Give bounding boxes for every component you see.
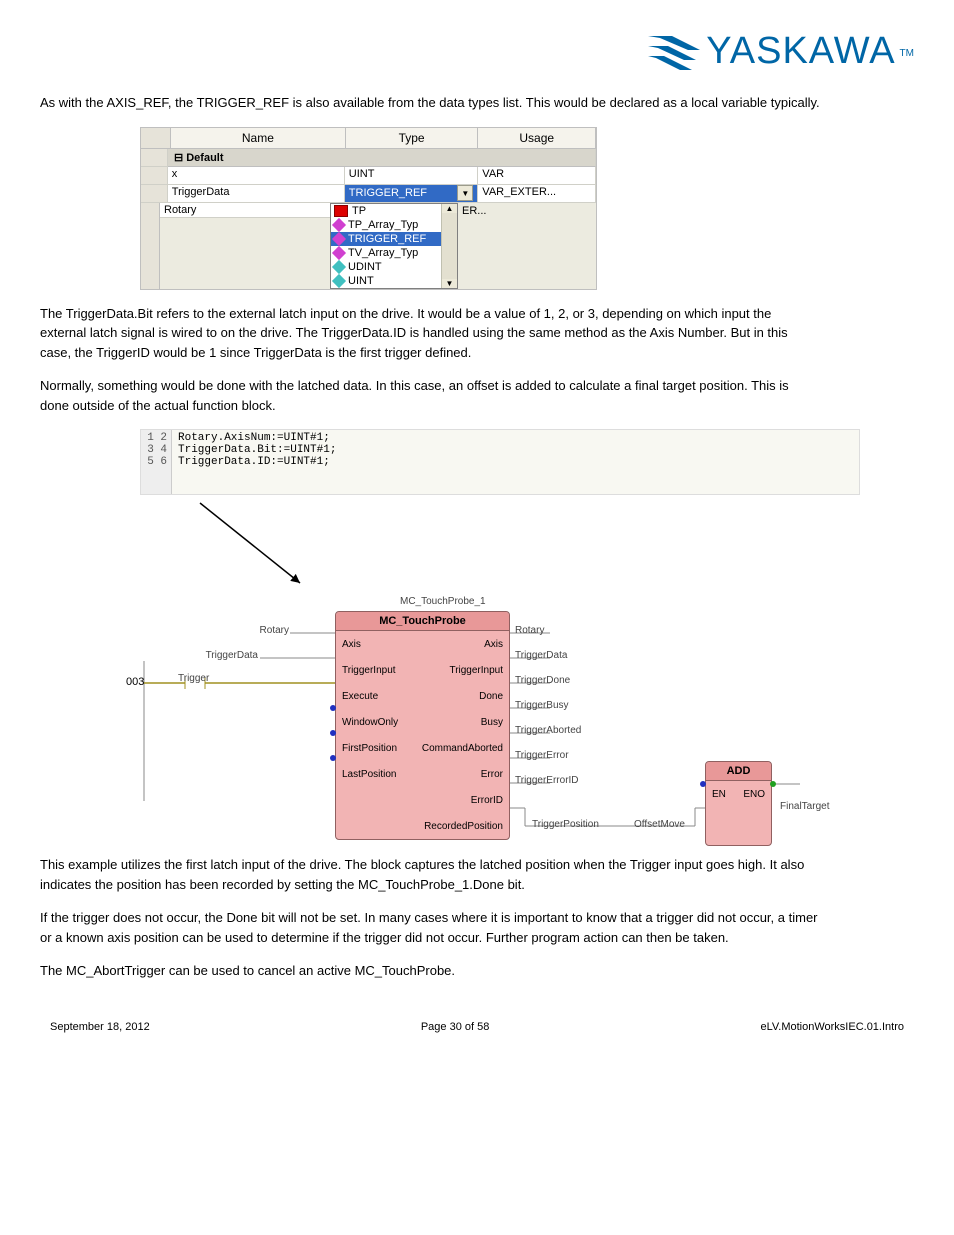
footer-doc: eLV.MotionWorksIEC.01.Intro	[761, 1021, 904, 1033]
primitive-icon	[332, 259, 346, 273]
type-dropdown[interactable]: TP TP_Array_Typ TRIGGER_REF TV_Array_Typ…	[330, 203, 458, 289]
col-header-type[interactable]: Type	[346, 128, 479, 148]
code-text: Rotary.AxisNum:=UINT#1; TriggerData.Bit:…	[172, 430, 342, 494]
dropdown-item[interactable]: UINT	[331, 274, 457, 288]
output-label: TriggerAborted	[515, 725, 581, 736]
fb-touchprobe[interactable]: MC_TouchProbe AxisAxis TriggerInputTrigg…	[335, 611, 510, 840]
output-label: TriggerBusy	[515, 700, 569, 711]
footer-date: September 18, 2012	[50, 1021, 150, 1033]
fb-instance-label: MC_TouchProbe_1	[400, 596, 486, 607]
logo-tm: TM	[900, 48, 914, 59]
datatype-icon	[332, 217, 346, 231]
dropdown-item[interactable]: TP_Array_Typ	[331, 218, 457, 232]
logo-mark-icon	[646, 32, 702, 72]
scroll-down-icon[interactable]: ▼	[446, 279, 454, 288]
page-footer: September 18, 2012 Page 30 of 58 eLV.Mot…	[40, 1021, 914, 1053]
port-dot-icon	[330, 730, 336, 736]
ladder-diagram: 1 2 3 4 5 6 Rotary.AxisNum:=UINT#1; Trig…	[140, 429, 860, 841]
output-label: TriggerError	[515, 750, 569, 761]
fb-title: MC_TouchProbe	[336, 612, 509, 631]
output-label: TriggerDone	[515, 675, 570, 686]
port-dot-icon	[330, 705, 336, 711]
fb-add[interactable]: ADD ENENO	[705, 761, 772, 846]
group-default[interactable]: ⊟ Default	[168, 149, 596, 167]
scrollbar[interactable]: ▲ ▼	[441, 204, 457, 288]
variables-grid: Name Type Usage ⊟ Default x UINT VAR Tri…	[140, 127, 597, 290]
port-dot-icon	[700, 781, 706, 787]
port-dot-icon	[770, 781, 776, 787]
col-header-name[interactable]: Name	[171, 128, 346, 148]
output-label: TriggerData	[515, 650, 567, 661]
st-code-block: 1 2 3 4 5 6 Rotary.AxisNum:=UINT#1; Trig…	[140, 429, 860, 495]
fb-add-title: ADD	[706, 762, 771, 781]
dropdown-item[interactable]: TV_Array_Typ	[331, 246, 457, 260]
datatype-icon	[332, 245, 346, 259]
port-dot-icon	[330, 755, 336, 761]
datatype-icon	[332, 231, 346, 245]
usage-overflow: ER...	[458, 203, 596, 289]
contact-label: Trigger	[178, 673, 209, 684]
table-row[interactable]: TriggerData TRIGGER_REF ▼ VAR_EXTER...	[141, 185, 596, 203]
para-2: The TriggerData.Bit refers to the extern…	[40, 304, 820, 363]
table-row[interactable]: x UINT VAR	[141, 167, 596, 185]
type-cell-selected[interactable]: TRIGGER_REF ▼	[345, 185, 479, 203]
chevron-down-icon[interactable]: ▼	[457, 185, 473, 201]
output-label: FinalTarget	[780, 801, 829, 812]
input-label: TriggerData	[200, 650, 258, 661]
grid-corner	[141, 128, 171, 148]
para-4: This example utilizes the first latch in…	[40, 855, 820, 894]
para-3: Normally, something would be done with t…	[40, 376, 820, 415]
dropdown-item[interactable]: UDINT	[331, 260, 457, 274]
code-gutter: 1 2 3 4 5 6	[141, 430, 172, 494]
primitive-icon	[332, 273, 346, 287]
output-label: Rotary	[515, 625, 544, 636]
fb-icon	[334, 205, 348, 217]
para-5: If the trigger does not occur, the Done …	[40, 908, 820, 947]
logo-text: YASKAWA	[706, 30, 895, 73]
input-label: OffsetMove	[634, 819, 685, 830]
dropdown-item[interactable]: TP	[331, 204, 457, 218]
input-label: Rotary	[255, 625, 289, 636]
brand-logo: YASKAWA TM	[646, 30, 914, 73]
col-header-usage[interactable]: Usage	[478, 128, 596, 148]
output-label: TriggerErrorID	[515, 775, 579, 786]
footer-page: Page 30 of 58	[421, 1021, 490, 1033]
rung-number: 003	[126, 676, 144, 688]
para-6: The MC_AbortTrigger can be used to cance…	[40, 961, 820, 981]
scroll-up-icon[interactable]: ▲	[446, 204, 454, 213]
para-1: As with the AXIS_REF, the TRIGGER_REF is…	[40, 93, 820, 113]
dropdown-item-selected[interactable]: TRIGGER_REF	[331, 232, 457, 246]
row-margin	[141, 149, 168, 167]
output-label: TriggerPosition	[532, 819, 599, 830]
table-row[interactable]: Rotary	[160, 203, 330, 218]
